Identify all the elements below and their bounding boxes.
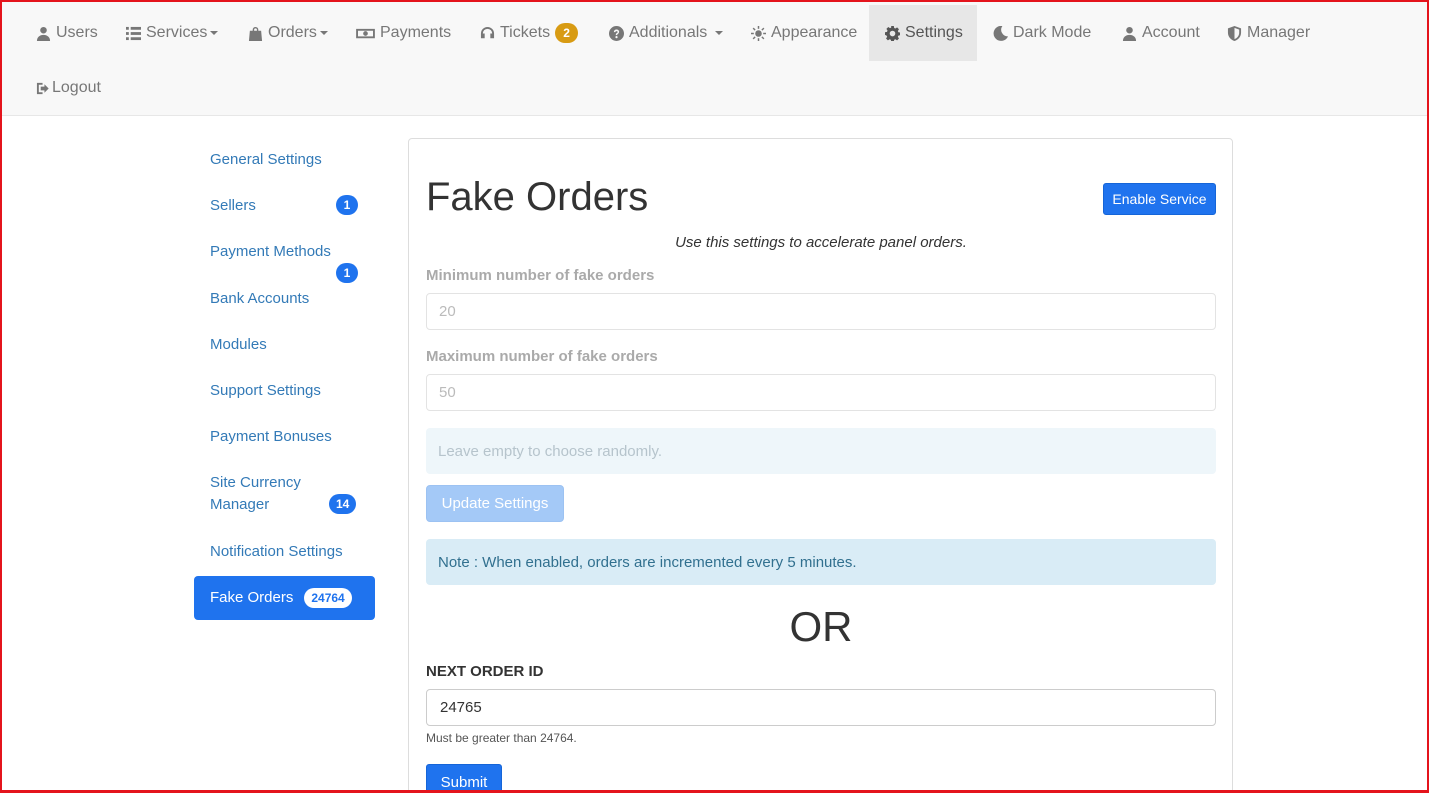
nav-users-label: Users <box>56 24 98 41</box>
nav-account[interactable]: Account <box>1106 5 1216 61</box>
or-divider: OR <box>789 603 853 650</box>
increment-note: Note : When enabled, orders are incremen… <box>426 539 1216 585</box>
nav-payments[interactable]: Payments <box>340 5 467 61</box>
sidebar-item-label: Site Currency Manager <box>210 474 301 513</box>
max-fake-orders-label: Maximum number of fake orders <box>426 348 658 365</box>
nav-logout-label: Logout <box>52 79 101 96</box>
gear-icon <box>885 25 900 41</box>
nav-additionals[interactable]: Additionals <box>593 5 739 61</box>
nav-dark-mode[interactable]: Dark Mode <box>977 5 1107 61</box>
sidebar-item-bank-accounts[interactable]: Bank Accounts <box>194 288 375 310</box>
site-currency-badge: 14 <box>329 494 357 514</box>
caret-down-icon <box>715 31 724 35</box>
sidebar-item-label: Payment Methods <box>210 243 331 260</box>
caret-down-icon <box>210 31 219 35</box>
max-fake-orders-input[interactable]: 50 <box>426 374 1216 411</box>
tickets-badge: 2 <box>555 23 579 43</box>
sidebar-item-label: Support Settings <box>210 382 321 399</box>
logout-icon <box>36 82 49 94</box>
sidebar-item-site-currency-manager[interactable]: Site Currency Manager <box>194 472 324 516</box>
sellers-badge: 1 <box>336 195 358 215</box>
nav-services[interactable]: Services <box>110 5 234 61</box>
moon-icon <box>993 25 1008 41</box>
page-title: Fake Orders <box>426 175 649 219</box>
nav-settings-label: Settings <box>905 24 963 41</box>
enable-service-button[interactable]: Enable Service <box>1103 183 1216 215</box>
nav-orders[interactable]: Orders <box>232 5 344 61</box>
sidebar-item-label: Fake Orders <box>210 589 294 606</box>
list-icon <box>126 26 141 40</box>
next-order-help-text: Must be greater than 24764. <box>426 731 577 745</box>
sidebar-item-payment-methods[interactable]: Payment Methods <box>194 241 375 263</box>
sidebar-item-general-settings[interactable]: General Settings <box>194 149 375 171</box>
sidebar-item-label: Sellers <box>210 197 256 214</box>
nav-appearance[interactable]: Appearance <box>735 5 873 61</box>
nav-payments-label: Payments <box>380 24 452 41</box>
nav-manager-label: Manager <box>1247 24 1311 41</box>
submit-button[interactable]: Submit <box>426 764 502 793</box>
sidebar-item-modules[interactable]: Modules <box>194 334 375 356</box>
random-hint: Leave empty to choose randomly. <box>426 428 1216 474</box>
caret-down-icon <box>319 31 328 35</box>
payment-methods-badge: 1 <box>336 263 358 283</box>
min-fake-orders-input[interactable]: 20 <box>426 293 1216 330</box>
sidebar-item-notification-settings[interactable]: Notification Settings <box>194 541 375 563</box>
top-navbar: Users Services Orders Payments Tickets 2… <box>2 2 1427 116</box>
question-circle-icon <box>609 25 624 41</box>
min-fake-orders-label: Minimum number of fake orders <box>426 267 655 284</box>
nav-services-label: Services <box>146 24 208 41</box>
money-icon <box>356 28 375 38</box>
update-settings-button[interactable]: Update Settings <box>426 485 564 522</box>
sidebar-item-label: Notification Settings <box>210 543 343 560</box>
nav-appearance-label: Appearance <box>771 24 858 41</box>
sidebar-item-label: General Settings <box>210 151 322 168</box>
headset-icon <box>480 26 495 38</box>
bag-icon <box>248 26 263 41</box>
sidebar-item-label: Bank Accounts <box>210 290 310 307</box>
nav-dark-mode-label: Dark Mode <box>1013 24 1092 41</box>
nav-settings[interactable]: Settings <box>869 5 977 61</box>
nav-account-label: Account <box>1142 24 1200 41</box>
nav-manager[interactable]: Manager <box>1211 5 1326 61</box>
sidebar-item-payment-bonuses[interactable]: Payment Bonuses <box>194 426 375 448</box>
user-icon <box>1122 26 1137 41</box>
shield-icon <box>1227 25 1242 41</box>
page-subtitle: Use this settings to accelerate panel or… <box>675 234 967 251</box>
sidebar-item-label: Payment Bonuses <box>210 428 332 445</box>
next-order-id-input[interactable] <box>426 689 1216 726</box>
sidebar-item-fake-orders[interactable]: Fake Orders 24764 <box>194 576 375 620</box>
fake-orders-badge: 24764 <box>304 588 352 608</box>
nav-tickets-label: Tickets <box>500 24 551 41</box>
sun-icon <box>751 25 766 41</box>
nav-tickets[interactable]: Tickets 2 <box>464 5 594 61</box>
next-order-id-label: NEXT ORDER ID <box>426 663 544 680</box>
nav-logout[interactable]: Logout <box>20 60 117 116</box>
sidebar-item-support-settings[interactable]: Support Settings <box>194 380 375 402</box>
nav-additionals-label: Additionals <box>629 24 708 41</box>
nav-orders-label: Orders <box>268 24 317 41</box>
user-icon <box>36 26 51 41</box>
nav-users[interactable]: Users <box>20 5 114 61</box>
sidebar-item-label: Modules <box>210 336 267 353</box>
